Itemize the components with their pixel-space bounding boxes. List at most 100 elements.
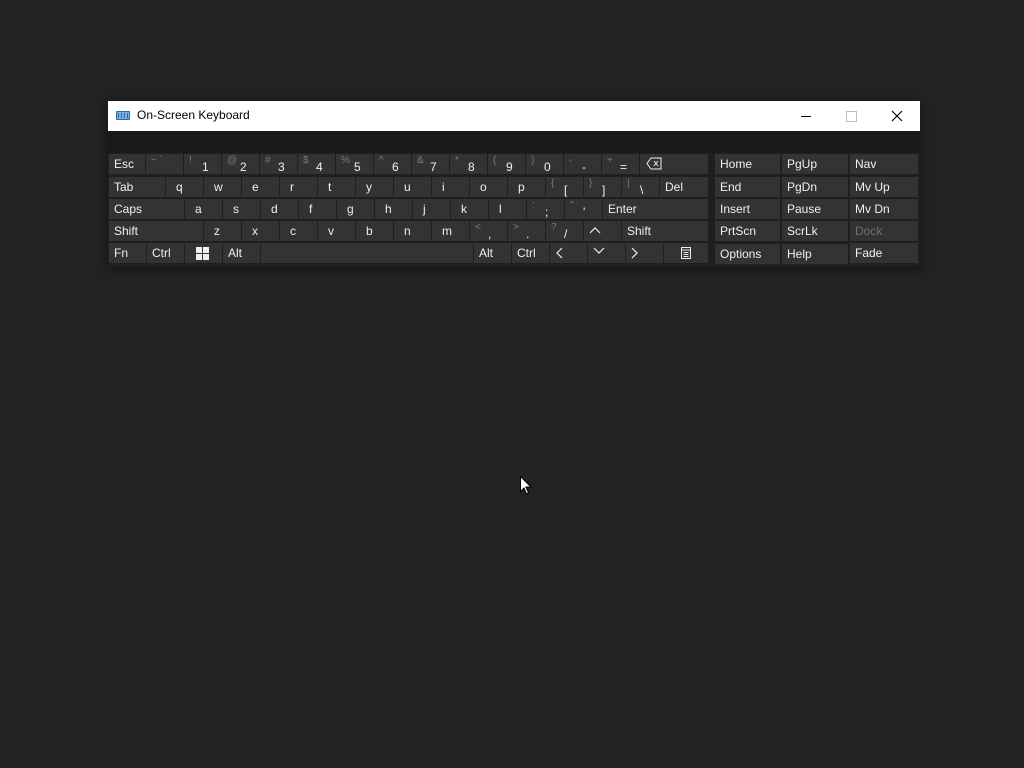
key-arrow-right[interactable] [626,243,663,263]
key-shift-label: < [475,222,481,233]
key-prtscn[interactable]: PrtScn [715,221,780,241]
key-q[interactable]: q [166,177,203,197]
key-mv-dn[interactable]: Mv Dn [850,199,918,219]
key-h[interactable]: h [375,199,412,219]
key-tilde[interactable]: ~ ` [146,154,183,174]
key-arrow-up[interactable] [584,221,621,241]
key-options[interactable]: Options [715,244,780,264]
key-4[interactable]: $4 [298,154,335,174]
key-5[interactable]: % 5 [336,154,373,174]
key-label: 8 [468,160,475,174]
key-nav[interactable]: Nav [850,154,918,174]
key-s[interactable]: s [223,199,260,219]
key-minus[interactable]: -- [564,154,601,174]
key-t[interactable]: t [318,177,355,197]
key-fade[interactable]: Fade [850,243,918,263]
key-a[interactable]: a [185,199,222,219]
window-title: On-Screen Keyboard [137,108,250,122]
key-e[interactable]: e [242,177,279,197]
key-label: w [214,180,223,194]
key-z[interactable]: z [204,221,241,241]
close-button[interactable] [874,101,920,131]
key-pgdn[interactable]: PgDn [782,177,848,197]
key-home[interactable]: Home [715,154,780,174]
key-quote[interactable]: " ' [565,199,602,219]
key-label: Dock [855,224,883,238]
key-u[interactable]: u [394,177,431,197]
key-semicolon[interactable]: :; [527,199,564,219]
key-backspace[interactable] [640,154,708,174]
key-f[interactable]: f [299,199,336,219]
key-label: Alt [228,246,243,260]
key-c[interactable]: c [280,221,317,241]
key-shift-left[interactable]: Shift [109,221,203,241]
key-arrow-left[interactable] [550,243,587,263]
key-l[interactable]: l [489,199,526,219]
key-7[interactable]: & 7 [412,154,449,174]
key-shift-label: - [569,155,573,166]
key-equals[interactable]: + = [602,154,639,174]
key-insert[interactable]: Insert [715,199,780,219]
key-mv-up[interactable]: Mv Up [850,177,918,197]
key-k[interactable]: k [451,199,488,219]
key-6[interactable]: ^ 6 [374,154,411,174]
key-j[interactable]: j [413,199,450,219]
key-comma[interactable]: <, [470,221,507,241]
key-windows[interactable] [185,243,222,263]
key-0[interactable]: ) 0 [526,154,563,174]
key-8[interactable]: * 8 [450,154,487,174]
key-period[interactable]: >. [508,221,545,241]
key-caps[interactable]: Caps [109,199,184,219]
key-shift-label: ^ [379,155,384,166]
key-label: v [328,224,334,238]
key-i[interactable]: i [432,177,469,197]
key-2[interactable]: @2 [222,154,259,174]
key-x[interactable]: x [242,221,279,241]
key-shift-right[interactable]: Shift [622,221,708,241]
key-d[interactable]: d [261,199,298,219]
key-p[interactable]: p [508,177,545,197]
key-fn[interactable]: Fn [109,243,146,263]
key-alt-left[interactable]: Alt [223,243,260,263]
key-help[interactable]: Help [782,244,848,264]
title-bar[interactable]: On-Screen Keyboard [108,101,920,131]
key-esc[interactable]: Esc [109,154,145,174]
key-3[interactable]: #3 [260,154,297,174]
key-1[interactable]: ! 1 [184,154,221,174]
minimize-button[interactable] [783,101,829,131]
key-g[interactable]: g [337,199,374,219]
key-scrlk[interactable]: ScrLk [782,221,848,241]
key-del[interactable]: Del [660,177,708,197]
key-ctrl-right[interactable]: Ctrl [512,243,549,263]
key-b[interactable]: b [356,221,393,241]
on-screen-keyboard-window: On-Screen Keyboard Esc ~ ` ! 1 @2 #3 $4 %… [108,101,920,267]
key-menu[interactable] [664,243,708,263]
key-pgup[interactable]: PgUp [782,154,848,174]
key-9[interactable]: (9 [488,154,525,174]
key-end[interactable]: End [715,177,780,197]
chevron-down-icon [593,247,605,254]
key-slash[interactable]: ? / [546,221,583,241]
maximize-button[interactable] [828,101,874,131]
key-label: Tab [114,180,134,194]
key-m[interactable]: m [432,221,469,241]
key-ctrl-left[interactable]: Ctrl [147,243,184,263]
key-arrow-down[interactable] [588,243,625,263]
key-left-bracket[interactable]: {[ [546,177,583,197]
key-o[interactable]: o [470,177,507,197]
key-dock[interactable]: Dock [850,221,918,241]
key-w[interactable]: w [204,177,241,197]
key-enter[interactable]: Enter [603,199,708,219]
key-label: Ctrl [517,246,536,260]
keyboard-keys: Esc ~ ` ! 1 @2 #3 $4 % 5 ^ 6 & 7 * 8 (9 ) 0 --… [108,153,920,267]
key-tab[interactable]: Tab [109,177,165,197]
key-pause[interactable]: Pause [782,199,848,219]
key-alt-right[interactable]: Alt [474,243,511,263]
key-v[interactable]: v [318,221,355,241]
key-n[interactable]: n [394,221,431,241]
key-space[interactable] [261,243,473,263]
key-backslash[interactable]: | \ [622,177,659,197]
key-y[interactable]: y [356,177,393,197]
key-right-bracket[interactable]: }] [584,177,621,197]
key-r[interactable]: r [280,177,317,197]
